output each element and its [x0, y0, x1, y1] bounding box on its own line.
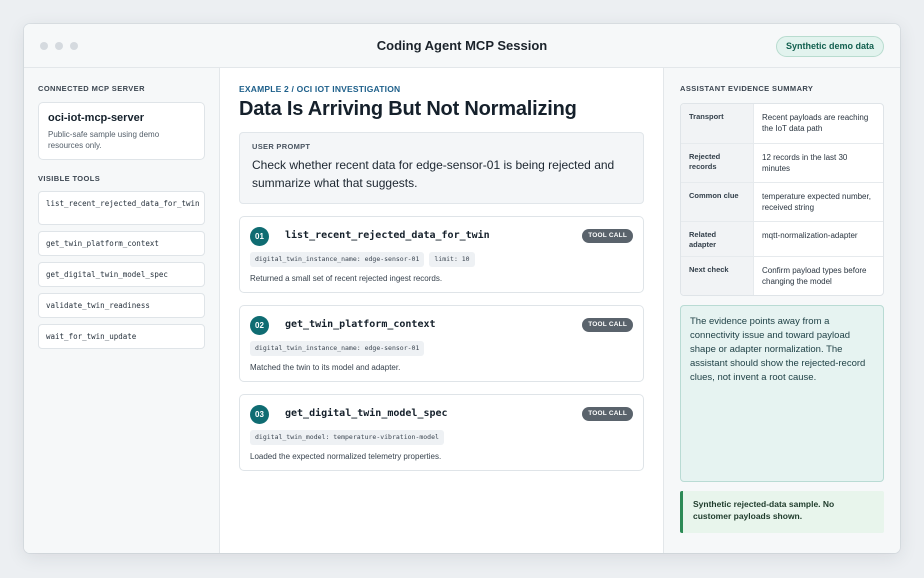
example-eyebrow: EXAMPLE 2 / OCI IOT INVESTIGATION	[239, 84, 401, 94]
server-description: Public-safe sample using demo resources …	[48, 130, 160, 150]
tool-call-card[interactable]: 01 list_recent_rejected_data_for_twin TO…	[239, 216, 644, 293]
tool-item-list-recent-rejected[interactable]: list_recent_rejected_data_for_twin	[38, 191, 205, 225]
evidence-value: 12 records in the last 30 minutes	[762, 153, 848, 173]
page-title: Data Is Arriving But Not Normalizing	[239, 98, 577, 120]
evidence-key: Rejected records	[681, 144, 754, 182]
server-section-label: CONNECTED MCP SERVER	[38, 84, 145, 93]
window-title: Coding Agent MCP Session	[376, 38, 548, 53]
tool-call-params: digital_twin_instance_name: edge-sensor-…	[250, 252, 475, 267]
tool-call-result: Returned a small set of recent rejected …	[250, 274, 443, 283]
tool-item-wait-for-twin-update[interactable]: wait_for_twin_update	[38, 324, 205, 349]
evidence-conclusion: The evidence points away from a connecti…	[680, 305, 884, 482]
tool-call-badge: TOOL CALL	[582, 318, 633, 332]
evidence-value: Confirm payload types before changing th…	[762, 266, 867, 286]
evidence-key: Related adapter	[681, 222, 754, 256]
tool-item-get-twin-platform-context[interactable]: get_twin_platform_context	[38, 231, 205, 256]
evidence-key: Next check	[681, 257, 754, 295]
tool-call-params: digital_twin_model: temperature-vibratio…	[250, 430, 444, 445]
step-number: 03	[250, 405, 269, 424]
tool-call-result: Matched the twin to its model and adapte…	[250, 363, 401, 372]
server-card[interactable]: oci-iot-mcp-server Public-safe sample us…	[38, 102, 205, 160]
evidence-value: mqtt-normalization-adapter	[762, 231, 858, 240]
step-number: 02	[250, 316, 269, 335]
evidence-key: Transport	[681, 104, 754, 143]
prompt-label: USER PROMPT	[252, 142, 311, 151]
synthetic-demo-badge: Synthetic demo data	[775, 36, 884, 57]
tool-call-name: list_recent_rejected_data_for_twin	[285, 230, 490, 241]
step-number: 01	[250, 227, 269, 246]
table-row: Rejected records 12 records in the last …	[681, 144, 883, 183]
evidence-section-label: ASSISTANT EVIDENCE SUMMARY	[680, 84, 814, 93]
synthetic-data-note: Synthetic rejected-data sample. No custo…	[680, 491, 884, 533]
table-row: Next check Confirm payload types before …	[681, 257, 883, 295]
evidence-value: temperature expected number, received st…	[762, 192, 871, 212]
tool-item-get-digital-twin-model-spec[interactable]: get_digital_twin_model_spec	[38, 262, 205, 287]
tool-call-card[interactable]: 02 get_twin_platform_context TOOL CALL d…	[239, 305, 644, 382]
tool-call-card[interactable]: 03 get_digital_twin_model_spec TOOL CALL…	[239, 394, 644, 471]
tool-call-badge: TOOL CALL	[582, 229, 633, 243]
evidence-table: Transport Recent payloads are reaching t…	[680, 103, 884, 296]
tool-list: list_recent_rejected_data_for_twin get_t…	[38, 191, 205, 349]
tool-call-name: get_twin_platform_context	[285, 319, 436, 330]
param-chip: digital_twin_instance_name: edge-sensor-…	[250, 252, 425, 267]
tool-call-params: digital_twin_instance_name: edge-sensor-…	[250, 341, 425, 356]
evidence-value: Recent payloads are reaching the IoT dat…	[762, 113, 869, 133]
tools-section-label: VISIBLE TOOLS	[38, 174, 101, 183]
tool-call-result: Loaded the expected normalized telemetry…	[250, 452, 442, 461]
param-chip: digital_twin_model: temperature-vibratio…	[250, 430, 444, 445]
user-prompt-box: USER PROMPT Check whether recent data fo…	[239, 132, 644, 204]
tool-item-validate-twin-readiness[interactable]: validate_twin_readiness	[38, 293, 205, 318]
sidebar: CONNECTED MCP SERVER oci-iot-mcp-server …	[24, 68, 220, 553]
prompt-text: Check whether recent data for edge-senso…	[252, 158, 615, 190]
server-name: oci-iot-mcp-server	[48, 112, 144, 124]
tool-call-name: get_digital_twin_model_spec	[285, 408, 448, 419]
main-panel: EXAMPLE 2 / OCI IOT INVESTIGATION Data I…	[220, 68, 663, 553]
param-chip: limit: 10	[429, 252, 475, 267]
table-row: Transport Recent payloads are reaching t…	[681, 104, 883, 144]
table-row: Common clue temperature expected number,…	[681, 183, 883, 222]
tool-call-badge: TOOL CALL	[582, 407, 633, 421]
table-row: Related adapter mqtt-normalization-adapt…	[681, 222, 883, 257]
app-window: Coding Agent MCP Session Synthetic demo …	[24, 24, 900, 553]
title-bar: Coding Agent MCP Session Synthetic demo …	[24, 24, 900, 68]
evidence-key: Common clue	[681, 183, 754, 221]
param-chip: digital_twin_instance_name: edge-sensor-…	[250, 341, 425, 356]
evidence-panel: ASSISTANT EVIDENCE SUMMARY Transport Rec…	[663, 68, 900, 553]
